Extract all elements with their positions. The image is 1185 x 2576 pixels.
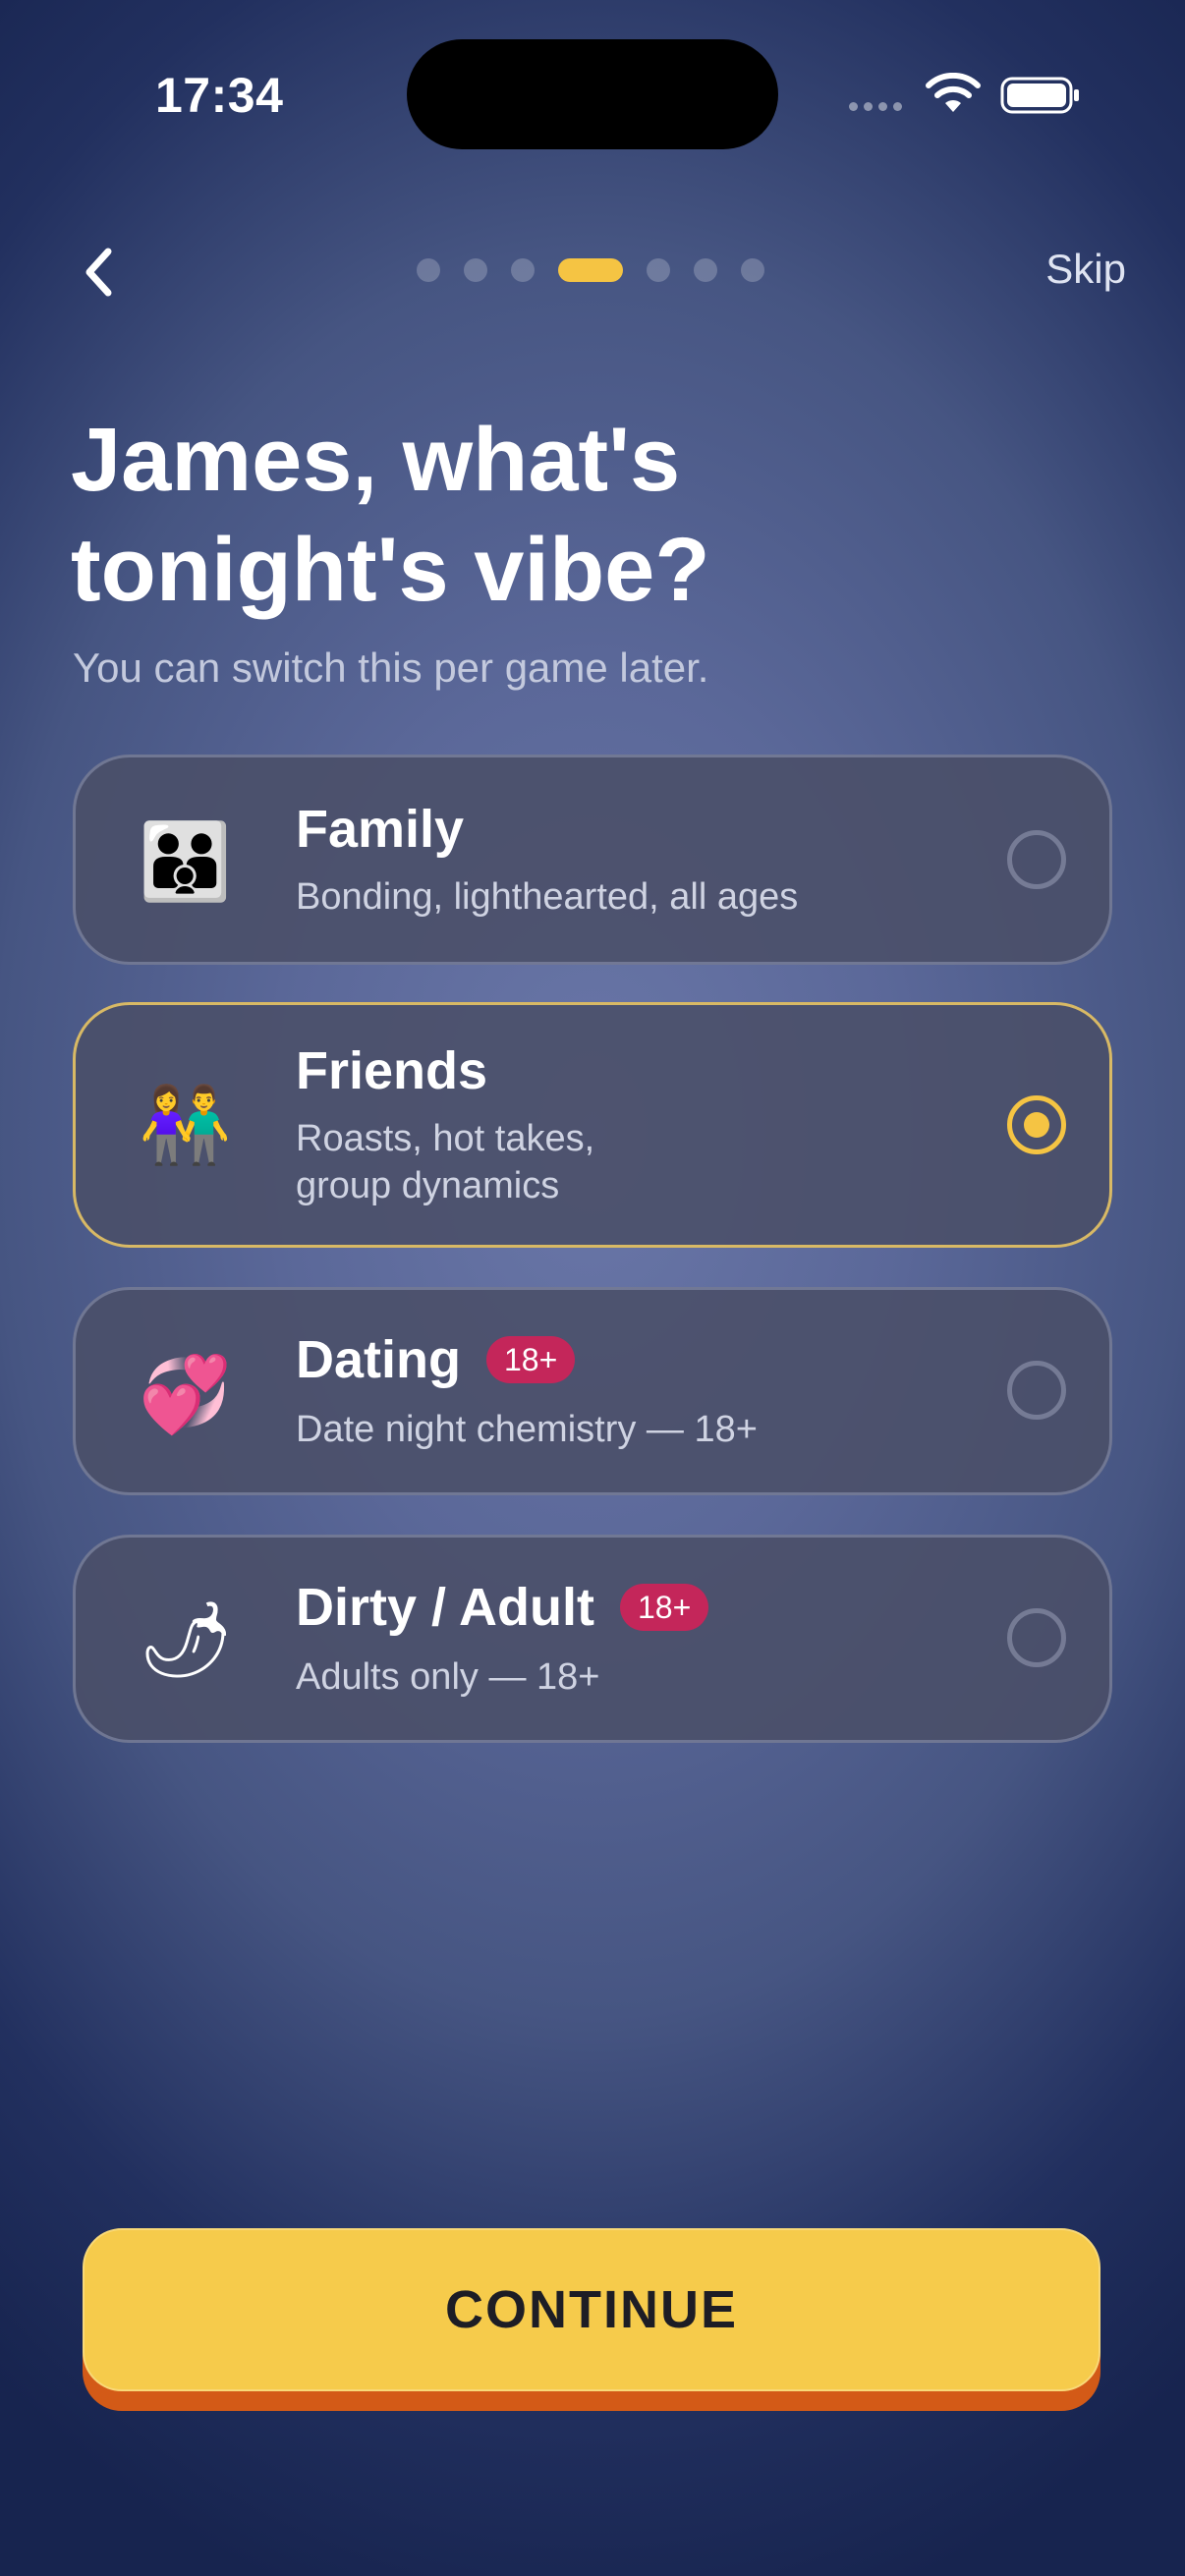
option-card-adult[interactable]: 🌶 Dirty / Adult 18+ Adults only — 18+: [73, 1535, 1112, 1743]
page-title: James, what's tonight's vibe?: [71, 405, 1112, 625]
option-title-row: Friends: [296, 1040, 487, 1101]
age-badge: 18+: [486, 1336, 576, 1383]
chili-pepper-icon: 🌶: [139, 1596, 234, 1683]
dynamic-island: [407, 39, 778, 149]
radio-button[interactable]: [1007, 1361, 1066, 1420]
friends-icon: 👫: [139, 1081, 232, 1168]
radio-button[interactable]: [1007, 1608, 1066, 1667]
back-button[interactable]: [69, 238, 128, 307]
radio-button-selected[interactable]: [1007, 1095, 1066, 1154]
chevron-left-icon: [85, 248, 112, 297]
option-description: Date night chemistry — 18+: [296, 1409, 758, 1450]
progress-dot: [417, 258, 440, 282]
option-title-row: Dating 18+: [296, 1329, 576, 1390]
option-card-dating[interactable]: 💞 Dating 18+ Date night chemistry — 18+: [73, 1287, 1112, 1495]
option-title-row: Family: [296, 799, 464, 860]
option-description-line: Roasts, hot takes,: [296, 1118, 595, 1159]
option-card-family[interactable]: 👪 Family Bonding, lighthearted, all ages: [73, 755, 1112, 965]
age-badge: 18+: [620, 1584, 709, 1631]
battery-icon: [1000, 77, 1079, 114]
cellular-signal-icon: [849, 102, 902, 111]
skip-button[interactable]: Skip: [1045, 246, 1126, 293]
option-description: Bonding, lighthearted, all ages: [296, 876, 799, 918]
option-description-line: group dynamics: [296, 1165, 560, 1206]
progress-dot: [694, 258, 717, 282]
page-subtitle: You can switch this per game later.: [73, 644, 709, 691]
continue-button[interactable]: CONTINUE: [83, 2228, 1100, 2391]
wifi-icon: [926, 73, 981, 112]
option-description: Adults only — 18+: [296, 1656, 600, 1698]
status-time: 17:34: [155, 68, 284, 123]
progress-dot: [741, 258, 764, 282]
progress-dot: [511, 258, 535, 282]
progress-dot: [647, 258, 670, 282]
option-card-friends[interactable]: 👫 Friends Roasts, hot takes, group dynam…: [73, 1002, 1112, 1248]
option-name: Dating: [296, 1330, 461, 1389]
option-name: Dirty / Adult: [296, 1578, 594, 1637]
hearts-icon: 💞: [139, 1350, 232, 1437]
family-icon: 👪: [139, 817, 232, 905]
page-title-line: James, what's: [71, 410, 681, 510]
progress-dot-active: [558, 258, 623, 282]
page-title-line: tonight's vibe?: [71, 520, 710, 620]
option-name: Family: [296, 800, 465, 859]
option-description: Roasts, hot takes, group dynamics: [296, 1115, 594, 1209]
option-name: Friends: [296, 1041, 488, 1100]
radio-button[interactable]: [1007, 830, 1066, 889]
progress-dots: [417, 258, 764, 282]
progress-dot: [464, 258, 487, 282]
option-title-row: Dirty / Adult 18+: [296, 1577, 709, 1638]
